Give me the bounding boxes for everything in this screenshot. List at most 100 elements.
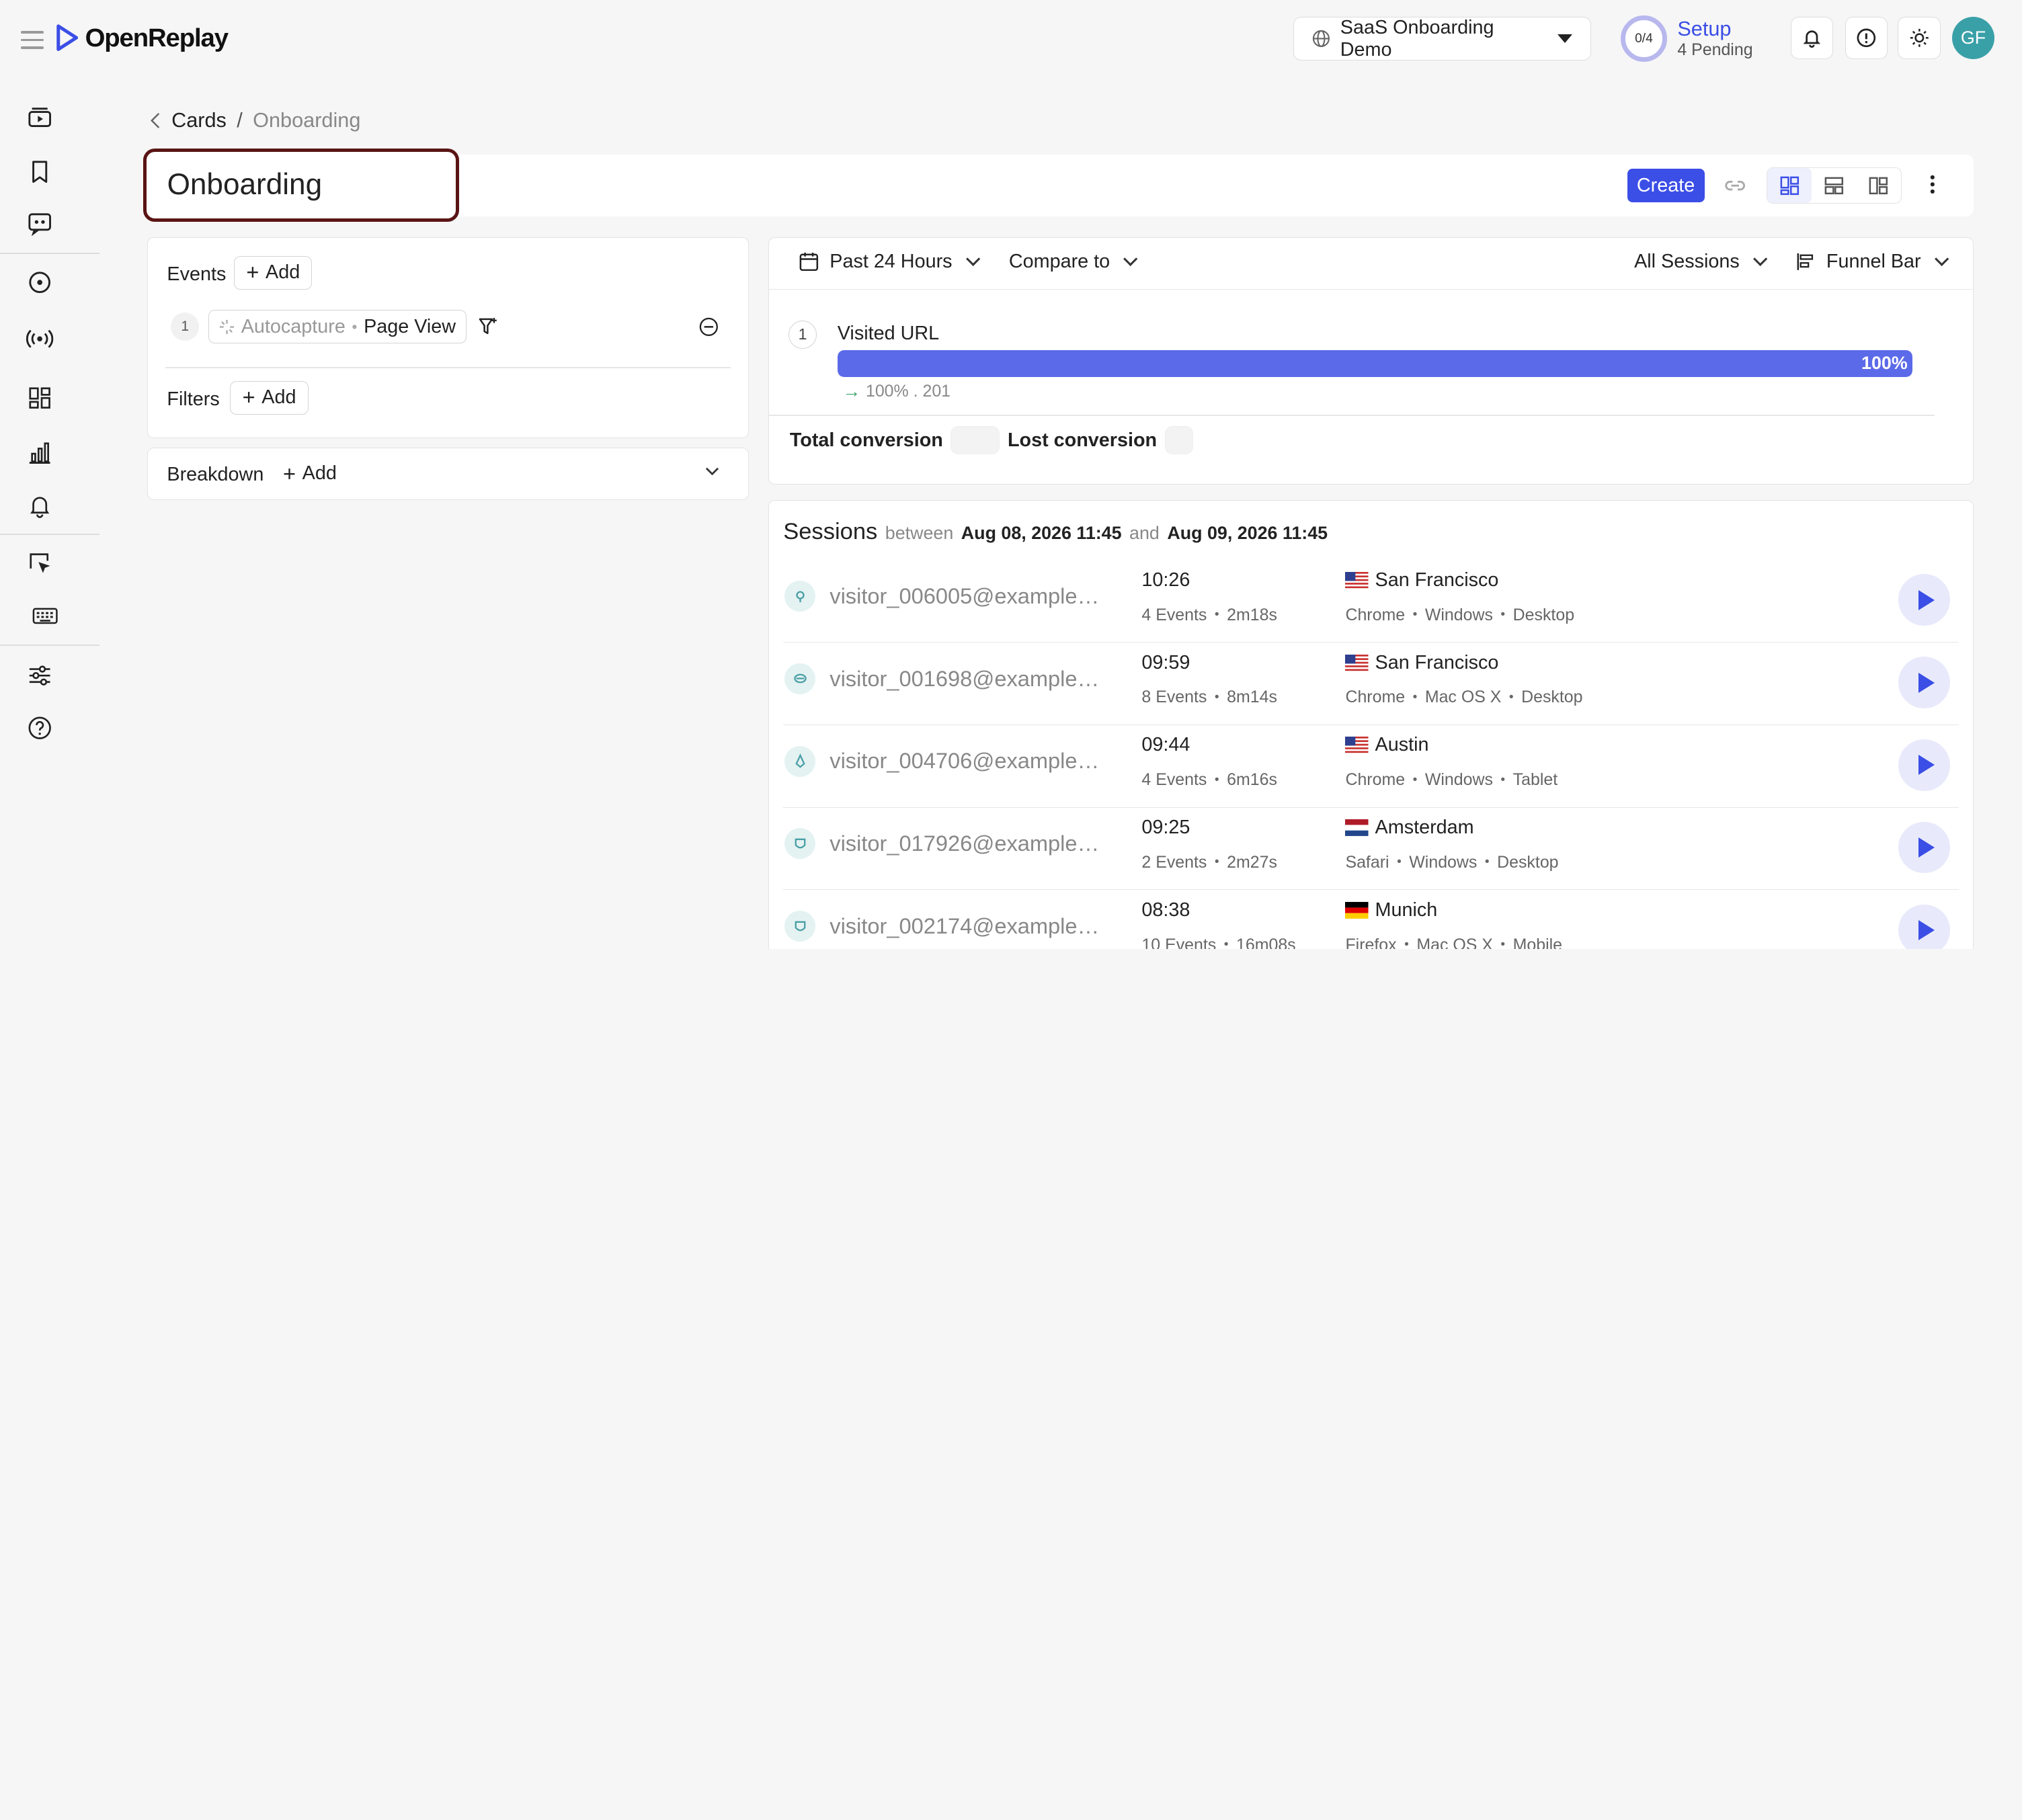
event-source: Autocapture (241, 315, 346, 337)
alert-button[interactable] (1845, 16, 1888, 60)
help-icon[interactable] (26, 714, 54, 743)
chevron-down-icon (1752, 251, 1768, 267)
sessions-between: between (885, 523, 954, 544)
filter-plus-icon[interactable] (478, 317, 499, 337)
play-session-button[interactable] (1898, 739, 1950, 791)
setup-pending: 4 Pending (1677, 40, 1753, 60)
event-index: 1 (171, 313, 200, 341)
session-user[interactable]: visitor_006005@example.com (830, 583, 1100, 609)
us-flag-icon (1345, 654, 1369, 671)
create-button[interactable]: Create (1627, 169, 1705, 203)
add-filter-button[interactable]: + Add (230, 380, 309, 415)
bullet-separator: • (1412, 608, 1418, 622)
funnel-toolbar: Past 24 Hours Compare to All Sessions Fu… (769, 238, 1972, 290)
total-conversion-label: Total conversion (789, 429, 943, 451)
separator-dot: • (352, 317, 358, 335)
heatmap-cursor-icon[interactable] (26, 549, 54, 577)
add-event-button[interactable]: + Add (234, 255, 313, 290)
session-device: Tablet (1512, 770, 1558, 790)
funnel-card: Past 24 Hours Compare to All Sessions Fu… (768, 237, 1974, 485)
globe-icon (1312, 30, 1330, 48)
funnel-step-bar[interactable]: 100% (837, 349, 1913, 378)
layout-toggle (1766, 167, 1902, 204)
view-type-dropdown[interactable]: Funnel Bar (1795, 251, 1949, 273)
session-time: 09:25 (1141, 817, 1190, 839)
sessions-end: Aug 09, 2026 11:45 (1167, 523, 1328, 544)
breakdown-label: Breakdown (167, 463, 264, 485)
bell-icon (1803, 30, 1821, 48)
user-avatar[interactable]: GF (1951, 16, 1995, 60)
sessions-filter-dropdown[interactable]: All Sessions (1634, 251, 1768, 273)
play-session-button[interactable] (1898, 657, 1950, 708)
menu-icon[interactable] (20, 31, 44, 49)
session-row[interactable]: visitor_006005@example.com 10:26 4 Events •… (783, 560, 1959, 643)
compare-label: Compare to (1008, 251, 1110, 273)
play-session-button[interactable] (1898, 821, 1950, 874)
plus-icon: + (246, 259, 259, 285)
time-range-dropdown[interactable]: Past 24 Hours (799, 251, 981, 273)
theme-toggle-button[interactable] (1898, 16, 1941, 60)
alerts-bell-icon[interactable] (26, 491, 54, 520)
breadcrumb: Cards / Onboarding (149, 108, 360, 132)
lost-conversion: Lost conversion (1008, 425, 1193, 455)
sessions-icon[interactable] (26, 103, 54, 131)
plus-icon: + (283, 460, 296, 486)
link-icon[interactable] (1722, 173, 1748, 198)
caret-down-icon (1557, 34, 1572, 43)
session-environment: Chrome • Windows • Desktop (1345, 606, 1574, 625)
logo[interactable]: OpenReplay (54, 24, 229, 53)
bookmark-icon[interactable] (26, 157, 54, 185)
remove-circle-icon[interactable] (698, 317, 719, 337)
page: OpenReplay SaaS Onboarding Demo 0/4 Setu… (0, 0, 2021, 949)
session-row[interactable]: visitor_017926@example.com 09:25 2 Events •… (783, 808, 1959, 891)
play-icon (1918, 919, 1935, 940)
play-session-button[interactable] (1898, 904, 1950, 949)
breadcrumb-cards-link[interactable]: Cards (171, 108, 227, 132)
chevron-down-icon[interactable] (704, 464, 720, 477)
bar-chart-icon[interactable] (26, 438, 54, 466)
project-select[interactable]: SaaS Onboarding Demo (1293, 17, 1591, 61)
session-user[interactable]: visitor_004706@example.com (830, 748, 1100, 774)
session-row[interactable]: visitor_001698@example.com 09:59 8 Events •… (783, 643, 1959, 725)
layout-compact-button[interactable] (1767, 168, 1812, 204)
notifications-button[interactable] (1791, 16, 1834, 60)
setup-widget[interactable]: 0/4 Setup 4 Pending (1620, 15, 1753, 63)
session-user[interactable]: visitor_001698@example.com (830, 666, 1100, 692)
spots-icon[interactable] (26, 209, 54, 237)
session-city: Amsterdam (1375, 817, 1474, 839)
layout-rows-button[interactable] (1812, 168, 1856, 203)
session-time: 10:26 (1141, 569, 1190, 591)
lost-conversion-value (1164, 425, 1193, 455)
session-user[interactable]: visitor_002174@example.com (830, 913, 1100, 939)
session-events: 4 Events (1141, 605, 1207, 624)
keyboard-icon[interactable] (31, 602, 59, 630)
session-user[interactable]: visitor_017926@example.com (830, 831, 1100, 856)
sessions-filter-label: All Sessions (1634, 251, 1740, 273)
event-chip[interactable]: Autocapture • Page View (208, 310, 467, 344)
sidebar-divider (0, 252, 99, 254)
session-row[interactable]: visitor_004706@example.com 09:44 4 Events •… (783, 725, 1959, 808)
more-vertical-icon[interactable] (1921, 171, 1945, 197)
bullet-separator: • (1397, 855, 1402, 870)
dashboards-icon[interactable] (26, 384, 54, 413)
chevron-left-icon[interactable] (149, 112, 161, 130)
broadcast-icon[interactable] (26, 325, 54, 353)
bullet-separator: • (1412, 690, 1418, 704)
play-session-button[interactable] (1898, 574, 1950, 626)
de-flag-icon (1345, 901, 1369, 919)
add-breakdown-button[interactable]: + Add (271, 456, 349, 491)
session-row[interactable]: visitor_002174@example.com 08:38 10 Events… (783, 890, 1959, 949)
session-os: Windows (1409, 852, 1478, 872)
filters-label: Filters (167, 388, 220, 411)
session-os: Windows (1424, 770, 1493, 790)
record-icon[interactable] (26, 268, 54, 296)
session-events: 4 Events (1141, 770, 1207, 790)
layout-grid-button[interactable] (1857, 168, 1901, 203)
settings-sliders-icon[interactable] (26, 661, 54, 690)
card-title-input[interactable]: Onboarding (143, 148, 459, 222)
breakdown-panel[interactable]: Breakdown + Add (147, 447, 750, 501)
compare-dropdown[interactable]: Compare to (1008, 251, 1138, 273)
session-environment: Chrome • Windows • Tablet (1345, 770, 1558, 790)
session-city: Austin (1375, 734, 1429, 756)
session-city: San Francisco (1375, 651, 1499, 673)
